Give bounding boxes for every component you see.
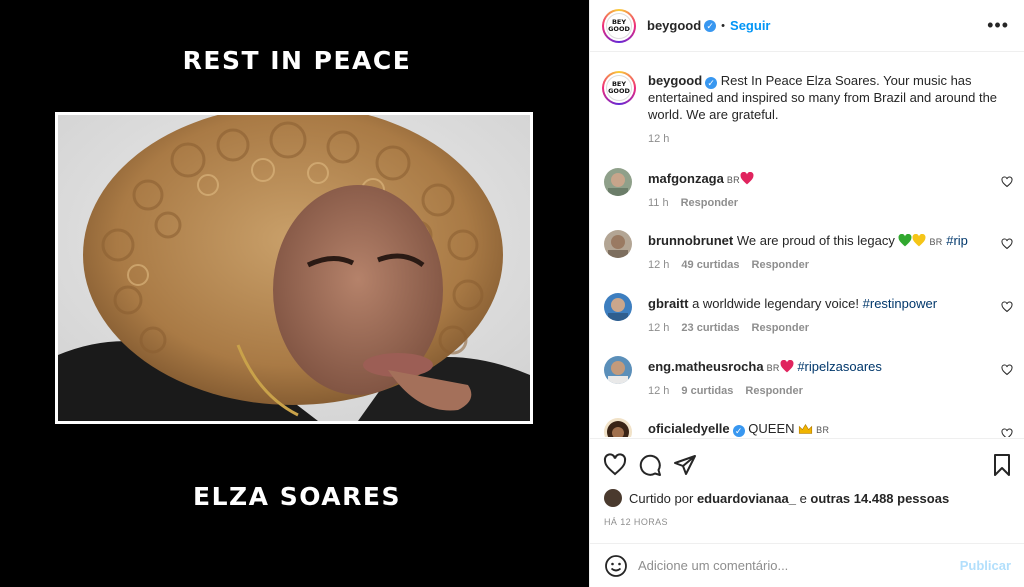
reply-button[interactable]: Responder: [745, 385, 802, 397]
like-comment-icon[interactable]: [1001, 176, 1013, 188]
liked-prefix: Curtido por: [629, 490, 694, 506]
hashtag-link[interactable]: #rip: [946, 233, 968, 248]
reply-button[interactable]: Responder: [752, 259, 809, 271]
avatar-text: BEY GOOD: [606, 13, 632, 39]
yellow-heart-emoji-icon: [912, 233, 926, 251]
comments-list[interactable]: BEY GOOD beygood ✓ Rest In Peace Elza Soa…: [590, 53, 1024, 437]
like-comment-icon[interactable]: [1001, 238, 1013, 250]
flag-badge: BR: [726, 175, 740, 185]
comment-text: We are proud of this legacy: [736, 233, 895, 248]
comment-text: a worldwide legendary voice!: [692, 296, 860, 311]
comment-likes[interactable]: 49 curtidas: [681, 259, 739, 271]
reply-button[interactable]: Responder: [681, 197, 738, 209]
comment-time: 11 h: [648, 197, 669, 209]
comment-username[interactable]: eng.matheusrocha: [648, 359, 764, 374]
green-heart-emoji-icon: [898, 233, 912, 251]
comment-time: 12 h: [648, 322, 670, 334]
comment-username[interactable]: brunnobrunet: [648, 233, 733, 248]
liked-others-link[interactable]: outras 14.488 pessoas: [810, 491, 949, 506]
photo-frame: [55, 112, 533, 424]
comment-likes[interactable]: 9 curtidas: [681, 385, 733, 397]
caption-avatar-text: BEY GOOD: [606, 75, 632, 101]
save-bookmark-icon[interactable]: [990, 453, 1014, 477]
portrait-photo: [58, 115, 530, 421]
media-subtitle: ELZA SOARES: [193, 482, 401, 511]
media-title: REST IN PEACE: [182, 46, 412, 75]
comment-username[interactable]: gbraitt: [648, 296, 688, 311]
comment-input[interactable]: Adicione um comentário...: [638, 558, 788, 573]
like-heart-icon[interactable]: [603, 453, 627, 477]
verified-badge-icon: ✓: [705, 77, 718, 89]
reply-button[interactable]: Responder: [752, 322, 809, 334]
liker-avatar[interactable]: [604, 489, 622, 507]
caption-time: 12 h: [648, 133, 670, 145]
flag-badge: BR: [766, 363, 780, 373]
comment-username[interactable]: oficialedyelle: [648, 421, 730, 436]
post-timestamp: HÁ 12 HORAS: [604, 517, 668, 527]
likes-summary: Curtido por eduardovianaa_ e outras 14.4…: [604, 489, 949, 507]
comment-avatar[interactable]: [604, 293, 632, 321]
comment-avatar[interactable]: [604, 230, 632, 258]
verified-badge-icon: ✓: [704, 19, 717, 32]
share-send-icon[interactable]: [673, 453, 697, 477]
comment-text: QUEEN: [748, 421, 795, 436]
comment-avatar[interactable]: [604, 418, 632, 437]
comment-likes[interactable]: 23 curtidas: [681, 322, 739, 334]
comment-composer: Adicione um comentário... Publicar: [590, 543, 1024, 587]
more-horizontal-icon[interactable]: •••: [987, 15, 1009, 36]
follow-button[interactable]: Seguir: [730, 18, 770, 33]
publish-button[interactable]: Publicar: [960, 558, 1011, 573]
emoji-smile-icon[interactable]: [604, 554, 628, 578]
post-panel: BEY GOOD beygood ✓ • Seguir ••• BEY GOOD…: [589, 0, 1024, 587]
red-heart-emoji-icon: [780, 359, 794, 377]
comment-avatar[interactable]: [604, 168, 632, 196]
portrait-illustration: [58, 115, 530, 421]
liked-user-link[interactable]: eduardovianaa_: [697, 491, 796, 506]
comment-time: 12 h: [648, 259, 670, 271]
post-media[interactable]: REST IN PEACE ELZA SOARES: [0, 0, 589, 587]
comment-bubble-icon[interactable]: [638, 453, 662, 477]
liked-mid: e: [799, 490, 807, 506]
post-header: BEY GOOD beygood ✓ • Seguir •••: [590, 0, 1024, 52]
comment-avatar[interactable]: [604, 356, 632, 384]
hashtag-link[interactable]: #ripelzasoares: [797, 359, 882, 374]
like-comment-icon[interactable]: [1001, 364, 1013, 376]
flag-badge: BR: [816, 425, 830, 435]
red-heart-emoji-icon: [740, 171, 754, 189]
caption-username[interactable]: beygood: [648, 73, 702, 88]
verified-badge-icon: ✓: [732, 425, 745, 437]
separator-dot: •: [721, 19, 726, 32]
like-comment-icon[interactable]: [1001, 301, 1013, 313]
hashtag-link[interactable]: #restinpower: [863, 296, 937, 311]
like-comment-icon[interactable]: [1001, 428, 1013, 437]
comment-username[interactable]: mafgonzaga: [648, 171, 724, 186]
header-username[interactable]: beygood: [647, 18, 701, 33]
comment-time: 12 h: [648, 385, 670, 397]
post-actions: Curtido por eduardovianaa_ e outras 14.4…: [590, 438, 1024, 543]
profile-avatar[interactable]: BEY GOOD: [602, 9, 636, 43]
flag-badge: BR: [929, 237, 943, 247]
caption-avatar[interactable]: BEY GOOD: [602, 71, 636, 105]
crown-emoji-icon: [798, 422, 813, 437]
